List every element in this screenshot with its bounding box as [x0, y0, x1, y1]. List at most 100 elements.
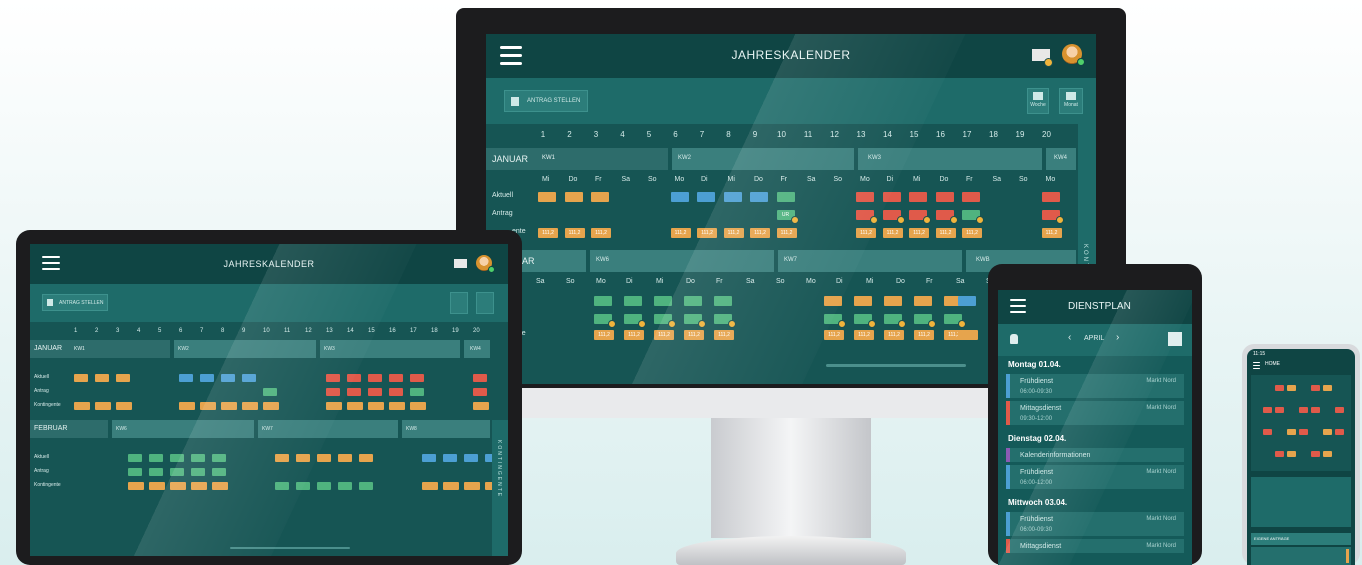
day-number-row: 1 2 3 4 5 6 7 8 9 10 11 12 13 14 15 16 17 18 19 20	[486, 130, 1096, 144]
request-color-bar	[1346, 549, 1349, 563]
day-number: 3	[116, 328, 120, 334]
kw-label: KW2	[678, 155, 692, 161]
kw-band: KW6	[112, 420, 254, 438]
aktuell-chip	[338, 454, 352, 462]
kontingent-chip	[359, 482, 373, 490]
antrag-badge	[958, 320, 966, 328]
shift-color-bar	[1006, 539, 1010, 553]
request-item[interactable]	[1251, 547, 1351, 565]
weekday-label: Mi	[656, 278, 664, 285]
shift-color-bar	[1006, 374, 1010, 398]
weekday-label: Mo	[1045, 176, 1056, 183]
day-number: 14	[347, 328, 354, 334]
next-month-icon[interactable]: ›	[1116, 332, 1119, 343]
aktuell-chip	[1041, 192, 1060, 202]
kontingent-chip	[200, 402, 216, 410]
kontingent-chip: 111,2	[935, 228, 956, 238]
kw-label: KW6	[116, 426, 127, 432]
monat-view-button[interactable]: Monat	[1059, 88, 1083, 114]
horizontal-scrollbar[interactable]	[826, 364, 966, 367]
shift-name: Frühdienst	[1020, 378, 1054, 385]
kontingent-chip: 111,2	[776, 228, 797, 238]
calendar-list-icon[interactable]	[1168, 332, 1182, 346]
kw-band: KW2	[672, 148, 854, 170]
monat-label: Monat	[1064, 102, 1078, 108]
antrag-stellen-button[interactable]: ANTRAG STELLEN	[504, 90, 588, 112]
menu-icon[interactable]	[1010, 299, 1026, 313]
month-band-februar: FEBRUAR	[30, 420, 108, 438]
aktuell-chip	[935, 192, 954, 202]
aktuell-chip	[884, 296, 902, 306]
kontingent-chip	[422, 482, 438, 490]
shift-location: Markt Nord	[1146, 405, 1176, 411]
weekday-label: Sa	[956, 278, 965, 285]
kontingent-chip	[473, 402, 489, 410]
prev-month-icon[interactable]: ‹	[1068, 332, 1071, 343]
day-heading: Mittwoch 03.04.	[1008, 498, 1068, 507]
document-icon	[47, 299, 53, 306]
mini-cal-chip	[1311, 407, 1320, 413]
month-nav: ‹ APRIL ›	[998, 324, 1192, 356]
menu-icon[interactable]	[1253, 362, 1260, 369]
antrag-stellen-button[interactable]: ANTRAG STELLEN	[42, 294, 108, 311]
kontingent-chip: 111,2	[714, 330, 734, 340]
month-label: AR	[522, 256, 535, 266]
antrag-chip	[191, 468, 205, 476]
weekday-label: Mi	[866, 278, 874, 285]
day-number: 2	[567, 130, 572, 139]
antrag-chip	[149, 468, 163, 476]
day-heading: Montag 01.04.	[1008, 360, 1061, 369]
kontingent-chip	[275, 482, 289, 490]
shift-item[interactable]: Frühdienst 06:00-09:30 Markt Nord	[1006, 512, 1184, 536]
aktuell-chip	[296, 454, 310, 462]
kontingent-chip	[958, 330, 978, 340]
kontingent-chip: 111,2	[750, 228, 770, 238]
woche-view-button[interactable]	[450, 292, 468, 314]
horizontal-scrollbar[interactable]	[230, 547, 350, 549]
mini-cal-chip	[1287, 451, 1296, 457]
shift-item[interactable]: Mittagsdienst 09:30-12:00 Markt Nord	[1006, 401, 1184, 425]
shift-item[interactable]: Frühdienst 06:00-09:30 Markt Nord	[1006, 374, 1184, 398]
kw-label: KW1	[542, 155, 556, 161]
weekday-label: Fr	[926, 278, 933, 285]
day-number: 11	[284, 328, 291, 334]
day-number: 8	[726, 130, 731, 139]
row-label-antrag: Antrag	[34, 468, 49, 474]
woche-view-button[interactable]: Woche	[1027, 88, 1049, 114]
aktuell-chip	[170, 454, 184, 462]
weekday-label: So	[776, 278, 785, 285]
day-number: 3	[593, 130, 599, 139]
mini-cal-chip	[1275, 385, 1284, 391]
weekday-label: Mo	[596, 278, 606, 285]
antrag-chip	[212, 468, 226, 476]
shift-item[interactable]: Mittagsdienst Markt Nord	[1006, 539, 1184, 553]
monitor-base	[676, 536, 906, 565]
toolbar: ANTRAG STELLEN Woche Monat	[486, 78, 1096, 124]
mail-icon[interactable]	[454, 259, 467, 268]
person-clock-icon[interactable]	[1010, 334, 1018, 344]
day-number: 4	[620, 130, 625, 139]
month-band-januar: JANUAR KW1	[486, 148, 668, 170]
toolbar: ANTRAG STELLEN	[30, 284, 508, 322]
shift-item[interactable]: Frühdienst 06:00-12:00 Markt Nord	[1006, 465, 1184, 489]
month-band-januar: JANUAR KW1	[30, 340, 170, 358]
weekday-label: So	[833, 176, 843, 183]
weekday-label: So	[1019, 176, 1028, 183]
status-time: 11:15	[1253, 351, 1266, 357]
antrag-chip	[410, 388, 424, 396]
aktuell-chip	[670, 192, 689, 202]
shift-item[interactable]: Kalenderinformationen	[1006, 448, 1184, 462]
antrag-badge	[668, 320, 676, 328]
day-number: 8	[221, 328, 225, 334]
kontingent-chip	[296, 482, 310, 490]
kontingent-chip	[368, 402, 384, 410]
phone-device: 11:15 HOME EIGENE ANTRÄGE	[1242, 344, 1360, 565]
weekday-label: Sa	[536, 278, 545, 285]
weekday-label: Do	[939, 176, 949, 183]
row-label-antrag: Antrag	[34, 388, 49, 394]
monat-view-button[interactable]	[476, 292, 494, 314]
side-panel[interactable]: KONTINGENTE	[492, 420, 508, 556]
kontingent-chip: 111,2	[723, 228, 744, 238]
weekday-label: Mi	[913, 176, 921, 183]
phone-screen: 11:15 HOME EIGENE ANTRÄGE	[1247, 349, 1355, 565]
